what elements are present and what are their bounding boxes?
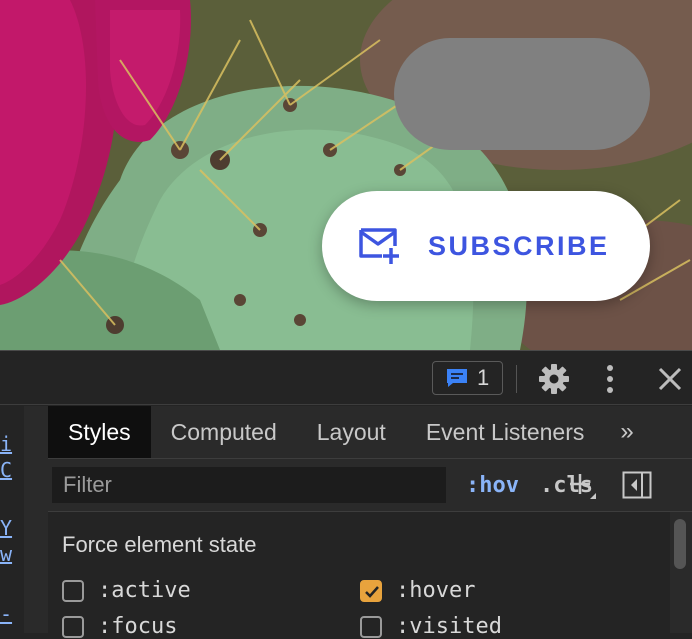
issues-button[interactable]: 1: [432, 361, 503, 395]
subscribe-label: SUBSCRIBE: [428, 230, 610, 261]
devtools-panel: 1 i C Y w - Styles Computed Layout Event…: [0, 350, 692, 639]
tab-overflow-button[interactable]: »: [604, 406, 649, 458]
state-option-hover[interactable]: :hover: [360, 578, 475, 603]
checkbox-active[interactable]: [62, 579, 84, 602]
source-link[interactable]: C: [0, 458, 12, 482]
close-icon[interactable]: [656, 365, 684, 393]
source-link[interactable]: i: [0, 432, 12, 456]
checkbox-visited[interactable]: [360, 615, 382, 638]
tab-layout[interactable]: Layout: [297, 406, 406, 458]
toolbar-divider: [516, 365, 517, 393]
force-element-state-panel: Force element state :active :hover :focu…: [48, 512, 670, 639]
styles-filter-bar: :hov .cls: [48, 459, 692, 512]
styles-tab-strip: Styles Computed Layout Event Listeners »: [48, 406, 692, 459]
state-label: :hover: [396, 578, 476, 603]
tab-event-listeners[interactable]: Event Listeners: [406, 406, 605, 458]
force-state-title: Force element state: [62, 532, 257, 557]
new-style-rule-icon[interactable]: [568, 471, 598, 501]
checkmark-icon: [365, 585, 379, 598]
more-options-icon[interactable]: [600, 363, 620, 395]
subscribe-button[interactable]: SUBSCRIBE: [322, 191, 650, 301]
placeholder-pill: [394, 38, 650, 150]
toggle-sidebar-icon[interactable]: [622, 471, 652, 499]
hero-image: SUBSCRIBE: [0, 0, 692, 350]
issues-count: 1: [477, 365, 490, 390]
gear-icon[interactable]: [538, 363, 570, 395]
source-link[interactable]: w: [0, 542, 12, 566]
tab-computed[interactable]: Computed: [151, 406, 297, 458]
state-label: :visited: [396, 614, 502, 639]
checkbox-hover[interactable]: [360, 579, 382, 602]
state-option-focus[interactable]: :focus: [62, 614, 177, 639]
state-label: :active: [98, 578, 191, 603]
mail-add-icon: [359, 228, 399, 264]
source-link[interactable]: -: [0, 602, 12, 626]
source-gutter: i C Y w -: [0, 406, 25, 633]
filter-input[interactable]: [52, 467, 446, 503]
source-link[interactable]: Y: [0, 516, 12, 540]
scrollbar-thumb[interactable]: [674, 519, 686, 569]
devtools-toolbar: 1: [0, 351, 692, 405]
state-option-visited[interactable]: :visited: [360, 614, 502, 639]
state-option-active[interactable]: :active: [62, 578, 191, 603]
state-label: :focus: [98, 614, 178, 639]
panel-splitter[interactable]: [24, 406, 48, 633]
hov-toggle[interactable]: :hov: [466, 473, 519, 498]
checkbox-focus[interactable]: [62, 615, 84, 638]
message-icon: [447, 369, 467, 387]
tab-styles[interactable]: Styles: [48, 406, 151, 458]
